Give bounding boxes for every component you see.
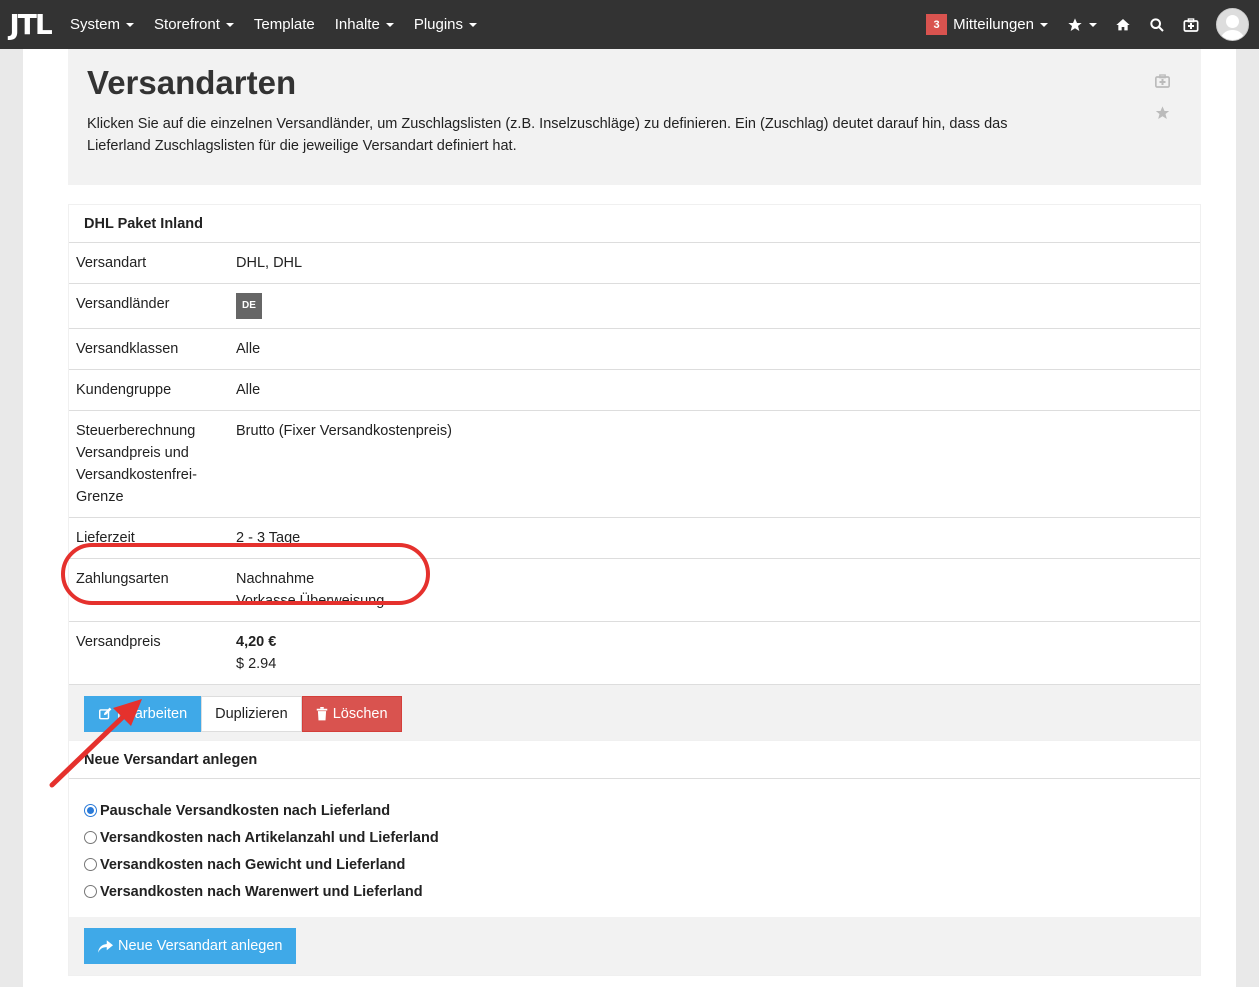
nav-system-label: System bbox=[70, 16, 121, 33]
country-badge[interactable]: DE bbox=[236, 293, 262, 319]
radio-option[interactable]: Versandkosten nach Gewicht und Lieferlan… bbox=[84, 851, 1185, 878]
row-label: Steuerberechnung Versandpreis und Versan… bbox=[69, 410, 229, 518]
main-content: Versandarten Klicken Sie auf die einzeln… bbox=[23, 49, 1236, 987]
search-icon bbox=[1150, 17, 1164, 32]
table-row: Versandländer DE bbox=[69, 283, 1200, 329]
new-method-title: Neue Versandart anlegen bbox=[69, 741, 1200, 779]
star-icon[interactable] bbox=[1154, 105, 1171, 121]
table-row: Lieferzeit 2 - 3 Tage bbox=[69, 517, 1200, 559]
row-value: 2 - 3 Tage bbox=[229, 517, 1200, 559]
row-value: Alle bbox=[229, 369, 1200, 411]
radio-label: Versandkosten nach Artikelanzahl und Lie… bbox=[100, 829, 439, 846]
price-usd: $ 2.94 bbox=[236, 656, 277, 672]
card-footer: Neue Versandart anlegen bbox=[69, 917, 1200, 975]
duplicate-button-label: Duplizieren bbox=[215, 706, 288, 722]
nav-template-label: Template bbox=[253, 16, 315, 33]
edit-icon bbox=[99, 707, 112, 720]
shipping-method-card: DHL Paket Inland Versandart DHL, DHL Ver… bbox=[68, 204, 1201, 744]
price-eur: 4,20 € bbox=[236, 634, 277, 650]
jtl-logo[interactable]: JTL bbox=[0, 0, 60, 49]
help-button[interactable] bbox=[1174, 0, 1208, 49]
radio-button[interactable] bbox=[84, 858, 97, 871]
table-row: Zahlungsarten Nachnahme Vorkasse Überwei… bbox=[69, 558, 1200, 622]
card-footer: Bearbeiten Duplizieren Löschen bbox=[69, 685, 1200, 743]
nav-template[interactable]: Template bbox=[244, 0, 325, 49]
radio-option[interactable]: Versandkosten nach Artikelanzahl und Lie… bbox=[84, 824, 1185, 851]
method-type-options: Pauschale Versandkosten nach Lieferland … bbox=[69, 779, 1200, 917]
notifications-label: Mitteilungen bbox=[953, 16, 1034, 33]
radio-button[interactable] bbox=[84, 831, 97, 844]
favorites-menu[interactable] bbox=[1058, 0, 1106, 49]
create-method-button[interactable]: Neue Versandart anlegen bbox=[84, 928, 297, 964]
shipping-details-table: Versandart DHL, DHL Versandländer DE Ver… bbox=[69, 243, 1200, 685]
create-method-label: Neue Versandart anlegen bbox=[118, 938, 283, 954]
edit-button-label: Bearbeiten bbox=[117, 706, 188, 722]
page-title: Versandarten bbox=[87, 64, 297, 101]
payment-method: Nachnahme bbox=[236, 571, 315, 587]
home-icon bbox=[1116, 18, 1130, 30]
radio-label: Versandkosten nach Gewicht und Lieferlan… bbox=[100, 856, 406, 873]
row-label: Kundengruppe bbox=[69, 369, 229, 411]
help-icon[interactable] bbox=[1154, 73, 1171, 89]
delete-button-label: Löschen bbox=[332, 706, 388, 722]
delete-button[interactable]: Löschen bbox=[301, 696, 402, 732]
nav-notifications[interactable]: 3 Mitteilungen bbox=[916, 0, 1058, 49]
chevron-down-icon bbox=[225, 22, 234, 27]
nav-plugins[interactable]: Plugins bbox=[404, 0, 487, 49]
row-label: Versandart bbox=[69, 243, 229, 284]
radio-option[interactable]: Pauschale Versandkosten nach Lieferland bbox=[84, 797, 1185, 824]
help-icon bbox=[1183, 17, 1199, 32]
table-row: Steuerberechnung Versandpreis und Versan… bbox=[69, 410, 1200, 518]
new-method-card: Neue Versandart anlegen Pauschale Versan… bbox=[68, 740, 1201, 976]
nav-system[interactable]: System bbox=[60, 0, 144, 49]
radio-button[interactable] bbox=[84, 885, 97, 898]
table-row: Versandart DHL, DHL bbox=[69, 243, 1200, 284]
row-value: DHL, DHL bbox=[229, 243, 1200, 284]
row-label: Zahlungsarten bbox=[69, 558, 229, 622]
page-header: Versandarten Klicken Sie auf die einzeln… bbox=[68, 49, 1201, 185]
chevron-down-icon bbox=[1089, 22, 1097, 27]
radio-button[interactable] bbox=[84, 804, 97, 817]
radio-label: Pauschale Versandkosten nach Lieferland bbox=[100, 802, 391, 819]
top-navbar: JTL System Storefront Template Inhalte P… bbox=[0, 0, 1259, 49]
edit-button[interactable]: Bearbeiten bbox=[84, 696, 202, 732]
radio-option[interactable]: Versandkosten nach Warenwert und Lieferl… bbox=[84, 878, 1185, 905]
row-label: Versandländer bbox=[69, 283, 229, 329]
nav-inhalte-label: Inhalte bbox=[334, 16, 380, 33]
nav-storefront-label: Storefront bbox=[154, 16, 220, 33]
home-button[interactable] bbox=[1106, 0, 1140, 49]
nav-storefront[interactable]: Storefront bbox=[144, 0, 244, 49]
notifications-badge: 3 bbox=[926, 14, 948, 35]
radio-label: Versandkosten nach Warenwert und Lieferl… bbox=[100, 883, 423, 900]
chevron-down-icon bbox=[1040, 22, 1048, 27]
chevron-down-icon bbox=[385, 22, 394, 27]
duplicate-button[interactable]: Duplizieren bbox=[201, 696, 302, 732]
trash-icon bbox=[316, 707, 327, 721]
star-icon bbox=[1068, 17, 1082, 31]
table-row: Versandpreis 4,20 € $ 2.94 bbox=[69, 621, 1200, 685]
row-value: Brutto (Fixer Versandkostenpreis) bbox=[229, 410, 1200, 518]
shipping-method-title: DHL Paket Inland bbox=[69, 205, 1200, 243]
row-label: Versandpreis bbox=[69, 621, 229, 685]
row-value: Alle bbox=[229, 328, 1200, 370]
nav-plugins-label: Plugins bbox=[413, 16, 464, 33]
share-arrow-icon bbox=[98, 939, 113, 953]
payment-method: Vorkasse Überweisung bbox=[236, 593, 385, 609]
chevron-down-icon bbox=[126, 22, 135, 27]
table-row: Versandklassen Alle bbox=[69, 328, 1200, 370]
page-description: Klicken Sie auf die einzelnen Versandlän… bbox=[87, 116, 1008, 154]
search-button[interactable] bbox=[1140, 0, 1174, 49]
chevron-down-icon bbox=[469, 22, 478, 27]
row-label: Lieferzeit bbox=[69, 517, 229, 559]
nav-inhalte[interactable]: Inhalte bbox=[325, 0, 404, 49]
row-label: Versandklassen bbox=[69, 328, 229, 370]
table-row: Kundengruppe Alle bbox=[69, 369, 1200, 411]
avatar[interactable] bbox=[1216, 8, 1249, 41]
